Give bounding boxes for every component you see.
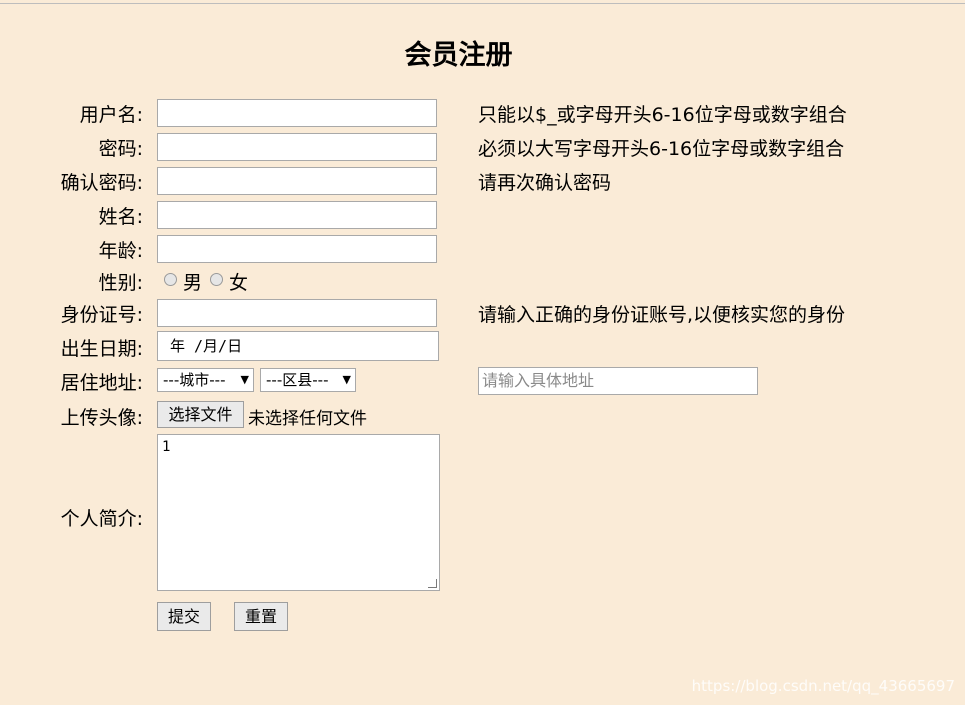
resize-grip-icon[interactable] [428, 579, 437, 588]
gender-female-radio[interactable] [210, 273, 223, 286]
birth-date-input[interactable]: 年 /月/日 [157, 331, 439, 361]
password-hint: 必须以大写字母开头6-16位字母或数字组合 [478, 138, 845, 160]
gender-label: 性别: [98, 272, 143, 294]
username-label: 用户名: [79, 104, 143, 126]
intro-text: 1 [162, 439, 171, 455]
birth-date-label: 出生日期: [60, 338, 143, 360]
username-hint: 只能以$_或字母开头6-16位字母或数字组合 [478, 104, 847, 126]
reset-button[interactable]: 重置 [234, 602, 288, 631]
district-select[interactable]: ---区县--- ▼ [260, 368, 356, 392]
choose-file-button[interactable]: 选择文件 [157, 401, 244, 428]
caret-down-icon: ▼ [240, 373, 249, 386]
gender-male-label: 男 [183, 272, 203, 294]
confirm-password-label: 确认密码: [60, 172, 143, 194]
id-number-label: 身份证号: [60, 304, 143, 326]
confirm-password-input[interactable] [157, 167, 437, 195]
intro-label: 个人简介: [60, 508, 143, 530]
password-label: 密码: [98, 138, 143, 160]
gender-male-radio[interactable] [164, 273, 177, 286]
gender-female-label: 女 [229, 272, 249, 294]
confirm-password-hint: 请再次确认密码 [478, 172, 612, 194]
no-file-text: 未选择任何文件 [248, 409, 367, 429]
age-input[interactable] [157, 235, 437, 263]
address-detail-input[interactable]: 请输入具体地址 [478, 367, 758, 395]
city-select-value: ---城市--- [163, 371, 226, 389]
page-title: 会员注册 [404, 40, 513, 71]
intro-textarea[interactable]: 1 [157, 434, 440, 591]
name-input[interactable] [157, 201, 437, 229]
address-label: 居住地址: [60, 372, 143, 394]
district-select-value: ---区县--- [266, 371, 329, 389]
watermark-text: https://blog.csdn.net/qq_43665697 [691, 677, 955, 695]
age-label: 年龄: [98, 240, 143, 262]
username-input[interactable] [157, 99, 437, 127]
caret-down-icon: ▼ [342, 373, 351, 386]
name-label: 姓名: [98, 206, 143, 228]
password-input[interactable] [157, 133, 437, 161]
submit-button[interactable]: 提交 [157, 602, 211, 631]
id-number-hint: 请输入正确的身份证账号,以便核实您的身份 [478, 304, 846, 326]
avatar-label: 上传头像: [60, 407, 143, 429]
top-divider [0, 3, 965, 4]
id-number-input[interactable] [157, 299, 437, 327]
city-select[interactable]: ---城市--- ▼ [157, 368, 254, 392]
